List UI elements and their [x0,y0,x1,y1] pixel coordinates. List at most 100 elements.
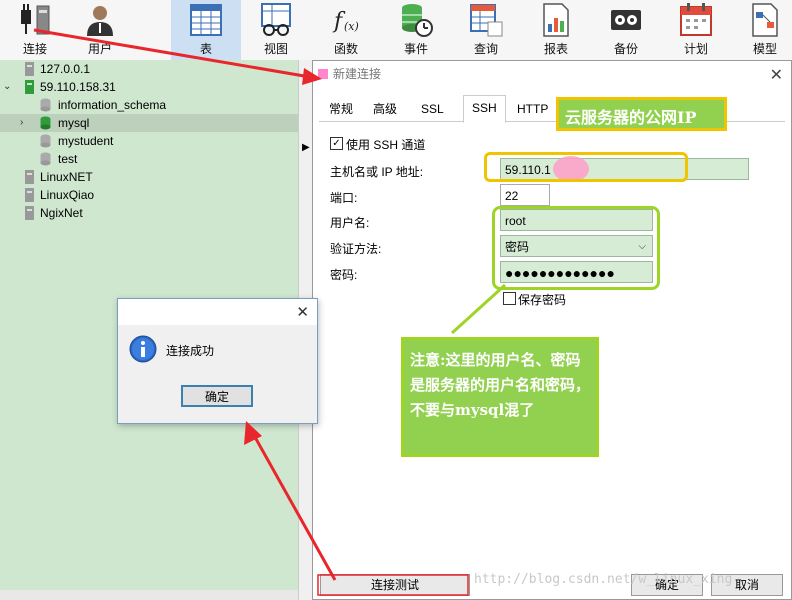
query-icon [470,4,503,37]
tree-item-remote-server[interactable]: ⌄ 59.110.158.31 [0,78,298,96]
tree-item-label: 127.0.0.1 [40,62,91,76]
main-toolbar: 连接 用户 表 视图 f (x) 函数 事件 查询 报表 备份 计划 模型 [0,0,792,61]
table-icon [190,4,222,36]
toolbar-backup-button[interactable]: 备份 [591,0,661,60]
port-input[interactable]: 22 [500,184,550,206]
tab-http[interactable]: HTTP [509,97,556,121]
message-box-body: 连接成功 确定 [118,325,317,423]
credentials-callout-text: 注意:这里的用户名、密码是服务器的用户名和密码，不要与mysql混了 [410,351,591,419]
watermark: http://blog.csdn.net/w_linux_xing [474,572,733,587]
use-ssh-label: 使用 SSH 通道 [346,138,426,152]
toolbar-user-label: 用户 [87,42,112,56]
toolbar-model-label: 模型 [752,42,777,56]
credentials-highlight-box [492,206,660,290]
tree-item-label: test [58,152,78,166]
expand-arrow-icon[interactable]: ⌄ [3,78,11,96]
toolbar-backup-label: 备份 [613,42,638,56]
report-icon [543,3,569,37]
connection-icon [24,206,35,220]
toolbar-schedule-label: 计划 [683,42,708,56]
toolbar-query-label: 查询 [473,42,498,56]
connection-icon [24,62,35,76]
connection-icon [24,80,35,94]
success-message-box: ✕ 连接成功 确定 [117,298,318,424]
database-icon [40,98,51,112]
toolbar-model-button[interactable]: 模型 [730,0,792,60]
ip-callout-text: 云服务器的公网IP [565,108,697,127]
info-icon [129,335,157,363]
tree-item-ngixnet[interactable]: NgixNet [0,204,298,222]
toolbar-connect-button[interactable]: 连接 [0,0,70,60]
toolbar-table-label: 表 [199,42,212,56]
message-ok-button[interactable]: 确定 [181,385,253,407]
ip-highlight-box [484,152,688,182]
tree-item-label: mysql [58,116,90,130]
function-icon: f (x) [332,9,359,34]
new-connection-dialog: 新建连接 ✕ 常规 高级 SSL SSH HTTP ✓ 使用 SSH 通道 主机… [312,60,792,600]
toolbar-event-button[interactable]: 事件 [381,0,451,60]
password-label: 密码: [330,268,358,282]
toolbar-report-button[interactable]: 报表 [521,0,591,60]
tree-item-label: LinuxQiao [40,188,95,202]
toolbar-report-label: 报表 [543,42,568,56]
tab-general[interactable]: 常规 [321,97,361,121]
message-box-title-bar[interactable]: ✕ [118,299,317,325]
database-icon [40,152,51,166]
toolbar-table-button[interactable]: 表 [171,0,241,60]
tree-item-label: mystudent [58,134,114,148]
calendar-icon [680,3,712,36]
tree-item-information-schema[interactable]: information_schema [0,96,298,114]
tree-item-linuxqiao[interactable]: LinuxQiao [0,186,298,204]
database-icon [40,134,51,148]
toolbar-query-button[interactable]: 查询 [451,0,521,60]
dialog-title: 新建连接 [333,67,382,81]
close-icon[interactable]: ✕ [770,63,783,89]
tree-item-localhost[interactable]: 127.0.0.1 [0,60,298,78]
toolbar-event-label: 事件 [403,42,428,56]
tree-item-label: LinuxNET [40,170,93,184]
tab-ssl[interactable]: SSL [413,97,452,121]
tree-item-test[interactable]: test [0,150,298,168]
message-text: 连接成功 [166,344,215,358]
backup-icon [611,10,641,30]
event-icon [402,4,433,37]
connection-icon [24,188,35,202]
dialog-title-bar[interactable]: 新建连接 ✕ [313,61,791,87]
app-icon [318,69,328,79]
save-password-checkbox[interactable] [503,292,516,305]
tree-item-label: NgixNet [40,206,83,220]
tab-ssh[interactable]: SSH [463,95,506,123]
toolbar-function-label: 函数 [333,42,358,56]
view-icon [261,3,291,36]
toolbar-user-button[interactable]: 用户 [65,0,135,60]
database-icon [40,116,51,130]
tree-item-mysql[interactable]: › mysql [0,114,298,132]
username-label: 用户名: [330,216,370,230]
tree-item-mystudent[interactable]: mystudent [0,132,298,150]
toolbar-view-label: 视图 [263,42,288,56]
toolbar-view-button[interactable]: 视图 [241,0,311,60]
port-label: 端口: [330,191,358,205]
close-icon[interactable]: ✕ [296,303,309,321]
splitter-arrow-icon[interactable]: ▶ [302,142,310,153]
ip-callout: 云服务器的公网IP [556,97,727,131]
user-icon [87,6,113,36]
auth-method-label: 验证方法: [330,242,382,256]
tree-item-linuxnet[interactable]: LinuxNET [0,168,298,186]
tab-advanced[interactable]: 高级 [365,97,405,121]
save-password-label: 保存密码 [518,293,567,307]
toolbar-function-button[interactable]: f (x) 函数 [311,0,381,60]
tree-item-label: information_schema [58,98,167,112]
model-icon [752,3,778,37]
plug-icon [21,4,50,35]
svg-text:(x): (x) [344,20,359,33]
host-label: 主机名或 IP 地址: [330,165,424,179]
collapse-arrow-icon[interactable]: › [20,114,23,132]
tree-item-label: 59.110.158.31 [40,80,116,94]
use-ssh-checkbox[interactable]: ✓ [330,137,343,150]
toolbar-schedule-button[interactable]: 计划 [661,0,731,60]
toolbar-connect-label: 连接 [22,42,47,56]
sidebar-horizontal-scrollbar[interactable] [0,590,298,600]
test-connection-button[interactable]: 连接测试 [320,574,470,596]
connection-icon [24,170,35,184]
